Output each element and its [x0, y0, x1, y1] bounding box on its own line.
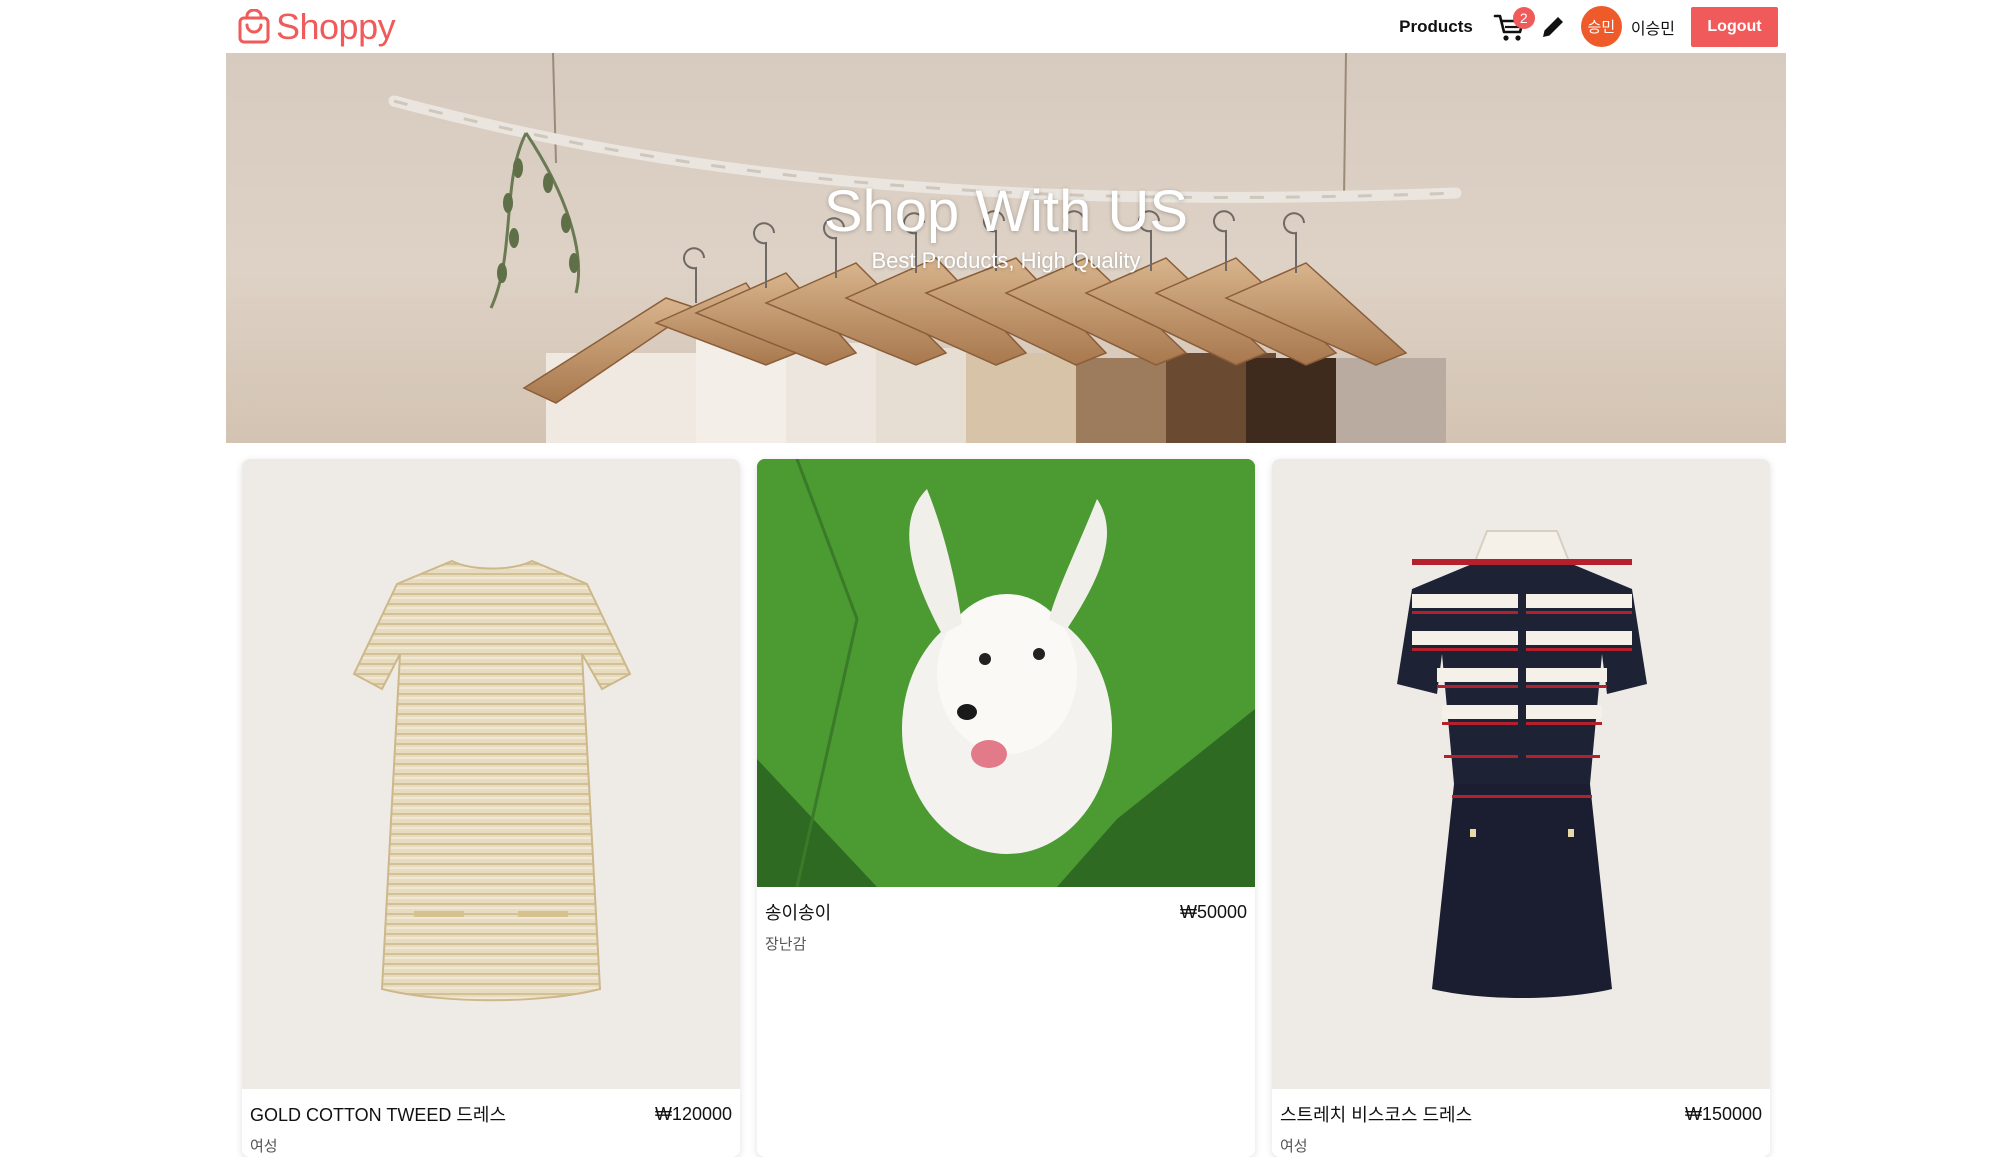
product-grid: GOLD COTTON TWEED 드레스 ₩120000 여성 송이송이 ₩5… [226, 443, 1786, 1157]
hero-banner: Shop With US Best Products, High Quality [226, 53, 1786, 443]
brand-name: Shoppy [276, 5, 396, 47]
user-name: 이승민 [1630, 20, 1675, 38]
products-link[interactable]: Products [1399, 17, 1473, 37]
product-title: GOLD COTTON TWEED 드레스 [250, 1105, 507, 1125]
product-category: 여성 [1280, 1138, 1308, 1155]
hero-subtitle: Best Products, High Quality [871, 248, 1141, 273]
product-price: ₩120000 [654, 1103, 732, 1124]
avatar: 승민 [1580, 6, 1622, 47]
product-price: ₩150000 [1684, 1103, 1762, 1124]
product-category: 여성 [250, 1138, 278, 1155]
page: Shoppy Products 2 승민 이승민 Logout Shop Wit… [226, 0, 1786, 1157]
hero-title: Shop With US [823, 179, 1189, 244]
shopping-bag-icon [238, 8, 270, 43]
product-image [242, 459, 740, 1089]
navbar: Shoppy Products 2 승민 이승민 Logout [226, 0, 1786, 53]
cart-button[interactable]: 2 [1493, 6, 1535, 44]
product-price: ₩50000 [1179, 901, 1247, 922]
product-card[interactable]: GOLD COTTON TWEED 드레스 ₩120000 여성 [242, 459, 740, 1157]
logout-button[interactable]: Logout [1691, 6, 1778, 47]
product-title: 스트레치 비스코스 드레스 [1280, 1105, 1473, 1125]
product-card[interactable]: 송이송이 ₩50000 장난감 [757, 459, 1255, 1157]
product-title: 송이송이 [765, 903, 832, 923]
product-card[interactable]: 스트레치 비스코스 드레스 ₩150000 여성 [1272, 459, 1770, 1157]
product-category: 장난감 [765, 936, 807, 953]
product-image [1272, 459, 1770, 1089]
pencil-icon[interactable] [1539, 13, 1567, 41]
product-image [757, 459, 1255, 887]
brand-link[interactable]: Shoppy [236, 5, 396, 47]
cart-count-badge: 2 [1512, 6, 1535, 29]
nav-menu: Products 2 승민 이승민 Logout [1399, 6, 1778, 47]
